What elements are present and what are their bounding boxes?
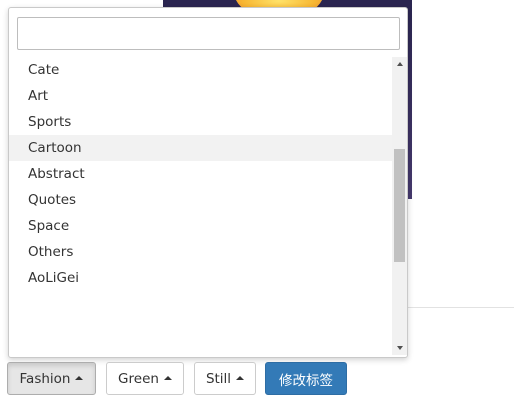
caret-up-icon [236, 376, 245, 380]
modify-tags-label: 修改标签 [279, 372, 333, 389]
category-dropdown: Cate Art Sports Cartoon Abstract Quotes … [8, 7, 408, 358]
list-item[interactable]: AoLiGei [9, 265, 392, 291]
page: Cate Art Sports Cartoon Abstract Quotes … [0, 0, 514, 409]
list-item[interactable]: Cartoon [9, 135, 392, 161]
dropdown-search-input[interactable] [17, 17, 400, 50]
list-item[interactable]: Quotes [9, 187, 392, 213]
dropdown-list: Cate Art Sports Cartoon Abstract Quotes … [9, 57, 392, 357]
list-item[interactable]: Others [9, 239, 392, 265]
scroll-down-arrow-icon[interactable] [392, 341, 407, 355]
list-item[interactable]: Sports [9, 109, 392, 135]
still-button-label: Still [205, 370, 232, 387]
scrollbar-thumb[interactable] [394, 149, 405, 262]
list-item[interactable]: Art [9, 83, 392, 109]
dropdown-scrollbar[interactable] [392, 57, 407, 355]
green-dropdown-button[interactable]: Green [106, 362, 184, 395]
fashion-dropdown-button[interactable]: Fashion [7, 362, 96, 395]
green-button-label: Green [118, 370, 159, 387]
scroll-up-arrow-icon[interactable] [392, 57, 407, 71]
still-dropdown-button[interactable]: Still [194, 362, 256, 395]
list-item[interactable]: Abstract [9, 161, 392, 187]
list-item[interactable]: Space [9, 213, 392, 239]
modify-tags-button[interactable]: 修改标签 [265, 362, 347, 395]
divider-line [408, 307, 514, 308]
fashion-button-label: Fashion [19, 370, 71, 387]
list-item[interactable]: Cate [9, 57, 392, 83]
caret-up-icon [163, 376, 172, 380]
caret-up-icon [75, 376, 84, 380]
